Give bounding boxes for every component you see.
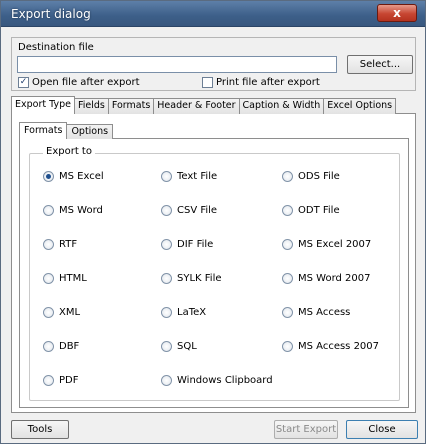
radio-label: LaTeX bbox=[177, 307, 207, 318]
open-after-export-label: Open file after export bbox=[32, 77, 140, 88]
checkmark-icon: ✓ bbox=[18, 77, 29, 88]
radio-icon bbox=[43, 375, 54, 386]
radio-label: MS Excel bbox=[59, 171, 104, 182]
radio-ms-access-2007[interactable]: MS Access 2007 bbox=[282, 341, 379, 352]
close-button[interactable]: Close bbox=[346, 420, 418, 439]
inner-tab-strip: Formats Options bbox=[19, 122, 114, 139]
export-to-label: Export to bbox=[43, 146, 95, 157]
radio-label: SQL bbox=[177, 341, 197, 352]
radio-icon bbox=[282, 341, 293, 352]
tab-export-type[interactable]: Export Type bbox=[11, 96, 75, 114]
radio-icon bbox=[282, 171, 293, 182]
radio-icon bbox=[161, 273, 172, 284]
open-after-export-checkbox[interactable]: ✓ Open file after export bbox=[18, 77, 140, 88]
radio-text-file[interactable]: Text File bbox=[161, 171, 217, 182]
radio-dbf[interactable]: DBF bbox=[43, 341, 79, 352]
radio-selected-icon bbox=[43, 171, 54, 182]
radio-ods-file[interactable]: ODS File bbox=[282, 171, 340, 182]
radio-icon bbox=[161, 375, 172, 386]
window-title: Export dialog bbox=[11, 7, 91, 21]
radio-label: SYLK File bbox=[177, 273, 222, 284]
radio-icon bbox=[43, 205, 54, 216]
radio-label: MS Excel 2007 bbox=[298, 239, 372, 250]
radio-label: ODT File bbox=[298, 205, 340, 216]
radio-odt-file[interactable]: ODT File bbox=[282, 205, 340, 216]
radio-icon bbox=[161, 341, 172, 352]
radio-label: Windows Clipboard bbox=[177, 375, 273, 386]
radio-xml[interactable]: XML bbox=[43, 307, 80, 318]
checkbox-empty-icon bbox=[202, 77, 213, 88]
radio-label: DIF File bbox=[177, 239, 214, 250]
radio-icon bbox=[161, 171, 172, 182]
export-dialog-window: Export dialog x Destination file Select.… bbox=[0, 0, 426, 444]
radio-dif-file[interactable]: DIF File bbox=[161, 239, 213, 250]
tab-header-footer[interactable]: Header & Footer bbox=[153, 98, 240, 114]
window-close-button[interactable]: x bbox=[377, 4, 417, 22]
radio-icon bbox=[43, 307, 54, 318]
radio-windows-clipboard[interactable]: Windows Clipboard bbox=[161, 375, 273, 386]
radio-label: MS Word 2007 bbox=[298, 273, 371, 284]
radio-icon bbox=[282, 307, 293, 318]
select-file-button[interactable]: Select... bbox=[347, 55, 413, 74]
radio-rtf[interactable]: RTF bbox=[43, 239, 77, 250]
radio-icon bbox=[43, 341, 54, 352]
radio-icon bbox=[282, 273, 293, 284]
destination-group: Destination file Select... ✓ Open file a… bbox=[11, 37, 416, 91]
tab-excel-options[interactable]: Excel Options bbox=[323, 98, 397, 114]
tab-fields[interactable]: Fields bbox=[73, 98, 109, 114]
outer-tab-strip: Export Type Fields Formats Header & Foot… bbox=[11, 96, 397, 114]
radio-latex[interactable]: LaTeX bbox=[161, 307, 206, 318]
destination-file-label: Destination file bbox=[18, 42, 94, 53]
radio-csv-file[interactable]: CSV File bbox=[161, 205, 217, 216]
radio-ms-access[interactable]: MS Access bbox=[282, 307, 350, 318]
radio-label: MS Access bbox=[298, 307, 351, 318]
radio-label: CSV File bbox=[177, 205, 218, 216]
tab-options[interactable]: Options bbox=[66, 124, 114, 139]
tab-formats[interactable]: Formats bbox=[107, 98, 155, 114]
radio-ms-word-2007[interactable]: MS Word 2007 bbox=[282, 273, 371, 284]
radio-label: PDF bbox=[59, 375, 79, 386]
radio-label: MS Word bbox=[59, 205, 103, 216]
print-after-export-label: Print file after export bbox=[216, 77, 320, 88]
radio-label: RTF bbox=[59, 239, 78, 250]
radio-ms-excel[interactable]: MS Excel bbox=[43, 171, 104, 182]
start-export-button[interactable]: Start Export bbox=[274, 420, 338, 439]
tab-formats-inner[interactable]: Formats bbox=[19, 122, 68, 139]
radio-icon bbox=[282, 239, 293, 250]
print-after-export-checkbox[interactable]: Print file after export bbox=[202, 77, 320, 88]
radio-label: HTML bbox=[59, 273, 87, 284]
radio-icon bbox=[282, 205, 293, 216]
destination-file-input[interactable] bbox=[17, 56, 337, 73]
radio-sylk-file[interactable]: SYLK File bbox=[161, 273, 222, 284]
radio-pdf[interactable]: PDF bbox=[43, 375, 78, 386]
radio-icon bbox=[43, 239, 54, 250]
radio-label: ODS File bbox=[298, 171, 340, 182]
radio-label: DBF bbox=[59, 341, 80, 352]
radio-icon bbox=[161, 205, 172, 216]
tab-caption-width[interactable]: Caption & Width bbox=[238, 98, 325, 114]
radio-label: Text File bbox=[177, 171, 218, 182]
radio-label: MS Access 2007 bbox=[298, 341, 380, 352]
radio-sql[interactable]: SQL bbox=[161, 341, 197, 352]
radio-ms-word[interactable]: MS Word bbox=[43, 205, 103, 216]
radio-icon bbox=[161, 307, 172, 318]
radio-label: XML bbox=[59, 307, 81, 318]
radio-ms-excel-2007[interactable]: MS Excel 2007 bbox=[282, 239, 371, 250]
radio-icon bbox=[161, 239, 172, 250]
title-bar[interactable]: Export dialog x bbox=[1, 1, 425, 27]
radio-html[interactable]: HTML bbox=[43, 273, 87, 284]
radio-icon bbox=[43, 273, 54, 284]
tools-button[interactable]: Tools bbox=[11, 420, 69, 439]
